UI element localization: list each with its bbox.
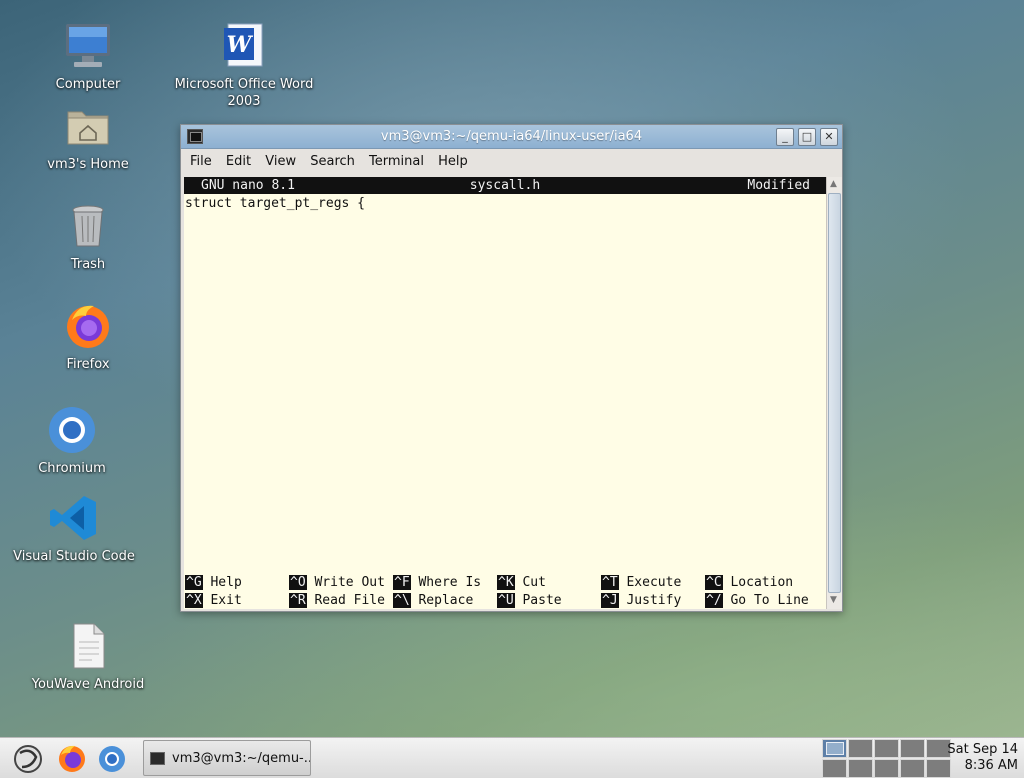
desktop-icon-trash[interactable]: Trash xyxy=(18,200,158,273)
shortcut-write-out: ^O Write Out xyxy=(289,575,385,590)
workspace-8[interactable] xyxy=(874,759,899,778)
vscode-icon xyxy=(50,496,96,540)
home-folder-icon xyxy=(67,111,109,145)
desktop-icon-vscode[interactable]: Visual Studio Code xyxy=(4,492,144,565)
workspace-4[interactable] xyxy=(900,739,925,758)
window-titlebar[interactable]: vm3@vm3:~/qemu-ia64/linux-user/ia64 _ □ … xyxy=(181,125,842,149)
desktop-icon-firefox[interactable]: Firefox xyxy=(18,300,158,373)
workspace-6[interactable] xyxy=(822,759,847,778)
nano-filename: syscall.h xyxy=(469,178,541,193)
menu-search[interactable]: Search xyxy=(310,154,355,169)
shortcut-row: ^X Exit ^R Read File ^\ Replace ^U Paste… xyxy=(185,592,825,610)
word-document-icon: W xyxy=(224,23,263,67)
taskbar: vm3@vm3:~/qemu-... Sat Sep 14 8:36 AM xyxy=(0,737,1024,778)
document-icon xyxy=(73,623,105,669)
desktop-icon-label: Computer xyxy=(55,77,121,92)
menu-edit[interactable]: Edit xyxy=(226,154,251,169)
nano-header: GNU nano 8.1 syscall.h Modified xyxy=(184,177,826,194)
desktop-icon-label: Visual Studio Code xyxy=(13,549,135,564)
desktop-icon-youwave[interactable]: YouWave Android xyxy=(18,620,158,693)
clock[interactable]: Sat Sep 14 8:36 AM xyxy=(947,742,1018,774)
minimize-button[interactable]: _ xyxy=(776,128,794,146)
firefox-launcher-icon[interactable] xyxy=(56,743,88,775)
computer-icon xyxy=(66,24,110,67)
menu-help[interactable]: Help xyxy=(438,154,468,169)
chromium-launcher-icon[interactable] xyxy=(96,743,128,775)
menu-terminal[interactable]: Terminal xyxy=(369,154,424,169)
chromium-icon xyxy=(49,407,95,453)
workspace-pager xyxy=(822,738,952,778)
desktop-icon-label: YouWave Android xyxy=(31,677,145,692)
desktop-icon-word[interactable]: W Microsoft Office Word 2003 xyxy=(174,20,314,110)
shortcut-execute: ^T Execute xyxy=(601,575,682,590)
taskbar-task-label: vm3@vm3:~/qemu-... xyxy=(172,751,311,766)
nano-shortcuts: ^G Help ^O Write Out ^F Where Is ^K Cut … xyxy=(185,574,825,610)
svg-text:W: W xyxy=(227,32,254,58)
editor-line[interactable]: struct target_pt_regs { xyxy=(185,196,365,211)
workspace-1[interactable] xyxy=(822,739,847,758)
clock-time: 8:36 AM xyxy=(964,758,1018,773)
vertical-scrollbar[interactable]: ▲ ▼ xyxy=(826,177,842,609)
desktop-icon-chromium[interactable]: Chromium xyxy=(2,404,142,477)
nano-status: Modified xyxy=(747,178,810,193)
trash-icon xyxy=(72,205,104,247)
shortcut-location: ^C Location xyxy=(705,575,794,590)
terminal-icon xyxy=(150,752,165,765)
shortcut-paste: ^U Paste xyxy=(497,593,562,608)
desktop-icon-label: Microsoft Office Word 2003 xyxy=(174,77,314,109)
shortcut-justify: ^J Justify xyxy=(601,593,682,608)
close-button[interactable]: ✕ xyxy=(820,128,838,146)
desktop-icon-label: Chromium xyxy=(38,461,106,476)
menubar: File Edit View Search Terminal Help xyxy=(181,149,842,176)
taskbar-terminal-button[interactable]: vm3@vm3:~/qemu-... xyxy=(143,740,311,776)
workspace-9[interactable] xyxy=(900,759,925,778)
shortcut-where-is: ^F Where Is xyxy=(393,575,482,590)
shortcut-go-to-line: ^/ Go To Line xyxy=(705,593,809,608)
window-title: vm3@vm3:~/qemu-ia64/linux-user/ia64 xyxy=(380,129,643,144)
maximize-button[interactable]: □ xyxy=(798,128,816,146)
shortcut-exit: ^X Exit xyxy=(185,593,242,608)
scroll-down-icon[interactable]: ▼ xyxy=(830,595,837,605)
menu-file[interactable]: File xyxy=(190,154,212,169)
workspace-7[interactable] xyxy=(848,759,873,778)
workspace-2[interactable] xyxy=(848,739,873,758)
desktop-icon-label: Firefox xyxy=(66,357,110,372)
terminal-window[interactable]: vm3@vm3:~/qemu-ia64/linux-user/ia64 _ □ … xyxy=(180,124,843,612)
desktop-icon-home[interactable]: vm3's Home xyxy=(18,100,158,173)
workspace-3[interactable] xyxy=(874,739,899,758)
menu-view[interactable]: View xyxy=(265,154,296,169)
clock-date: Sat Sep 14 xyxy=(947,742,1018,757)
terminal-area[interactable]: GNU nano 8.1 syscall.h Modified struct t… xyxy=(184,177,826,609)
shortcut-row: ^G Help ^O Write Out ^F Where Is ^K Cut … xyxy=(185,574,825,592)
desktop-icon-label: Trash xyxy=(70,257,106,272)
firefox-icon xyxy=(67,305,109,348)
scroll-up-icon[interactable]: ▲ xyxy=(830,179,837,189)
desktop-icon-computer[interactable]: Computer xyxy=(18,20,158,93)
desktop-icon-label: vm3's Home xyxy=(47,157,129,172)
scrollbar-thumb[interactable] xyxy=(828,193,841,593)
shortcut-cut: ^K Cut xyxy=(497,575,546,590)
shortcut-replace: ^\ Replace xyxy=(393,593,474,608)
shortcut-read-file: ^R Read File xyxy=(289,593,385,608)
shortcut-help: ^G Help xyxy=(185,575,242,590)
app-menu-icon[interactable] xyxy=(12,743,44,775)
